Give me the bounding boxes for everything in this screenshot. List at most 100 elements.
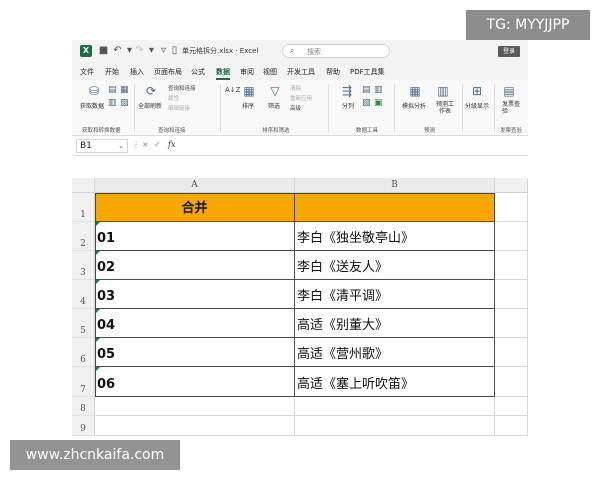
queries-connections-button[interactable]: 查询和连接 [168,84,196,92]
select-all-corner[interactable] [72,178,95,193]
table-row-cell-a[interactable]: 06 [95,367,295,397]
empty-cell[interactable] [495,222,528,251]
cell-text: 高适《别董大》 [297,318,389,333]
invoice-check-button[interactable]: 发票查验 [502,101,520,115]
empty-cell[interactable] [495,251,528,280]
save-icon[interactable]: ■ [98,45,109,56]
row-header-8[interactable]: 8 [72,397,95,416]
tab-formulas[interactable]: 公式 [191,67,205,77]
from-table-icon[interactable]: ▥ [108,96,117,110]
column-header-c[interactable] [495,178,528,193]
cell-text: 高适《塞上听吹笛》 [297,377,415,392]
ribbon: ⛁ 获取数据 ▤ ▦ ▥ ▧ 获取和转换数据 ⟳ 全部刷新 查询和连接 属性 编… [72,80,528,136]
edit-links-button[interactable]: 编辑链接 [168,104,190,112]
table-row-cell-b[interactable]: 高适《塞上听吹笛》 [295,367,495,397]
table-row-cell-a[interactable]: 01 [95,222,295,251]
table-row-cell-b[interactable]: 李白《清平调》 [295,280,495,309]
tab-file[interactable]: 文件 [80,67,94,77]
reapply-button[interactable]: 重新应用 [290,94,312,102]
tab-insert[interactable]: 插入 [130,67,144,77]
cell-b1[interactable] [295,193,495,222]
tab-page-layout[interactable]: 页面布局 [154,67,182,77]
tab-developer[interactable]: 开发工具 [287,67,315,77]
empty-cell[interactable] [495,338,528,367]
cancel-icon[interactable]: × [142,140,149,149]
row-header-5[interactable]: 5 [72,309,95,338]
properties-button[interactable]: 属性 [168,94,179,102]
sort-icon: ▦ [243,84,255,98]
what-if-analysis-button[interactable]: 模拟分析 [402,101,426,110]
tab-view[interactable]: 视图 [263,67,277,77]
table-row-cell-a[interactable]: 03 [95,280,295,309]
tab-help[interactable]: 帮助 [326,67,340,77]
get-data-button[interactable]: 获取数据 [80,101,104,110]
text-to-columns-button[interactable]: 分列 [342,101,354,110]
redo-icon[interactable]: ↷ [134,45,145,56]
row-header-4[interactable]: 4 [72,280,95,309]
sort-button[interactable]: 排序 [242,101,254,110]
row-header-2[interactable]: 2 [72,222,95,251]
outline-button[interactable]: 分级显示 [465,101,489,110]
tab-review[interactable]: 审阅 [240,67,254,77]
advanced-button[interactable]: 高级 [290,104,301,112]
name-box[interactable]: B1 ⌄ [76,139,128,153]
cell-text: 06 [97,377,116,392]
insert-function-icon[interactable]: fx [168,140,175,149]
table-row-cell-b[interactable]: 李白《独坐敬亭山》 [295,222,495,251]
row-header-6[interactable]: 6 [72,338,95,367]
tab-pdf-tools[interactable]: PDF工具集 [350,67,385,77]
refresh-all-button[interactable]: 全部刷新 [138,101,162,110]
empty-cell[interactable] [495,397,528,416]
empty-cell[interactable] [95,416,295,436]
row-header-1[interactable]: 1 [72,193,95,222]
empty-cell[interactable] [495,280,528,309]
table-row-cell-a[interactable]: 04 [95,309,295,338]
tab-home[interactable]: 开始 [105,67,119,77]
qa-dropdown-icon[interactable]: ▾ [146,45,157,56]
customize-qa-icon[interactable]: ▿ [158,45,169,56]
empty-cell[interactable] [295,416,495,436]
empty-cell[interactable] [495,309,528,338]
table-row-cell-b[interactable]: 高适《营州歌》 [295,338,495,367]
group-label-forecast: 预测 [424,128,436,134]
group-separator [394,84,395,132]
row-header-3[interactable]: 3 [72,251,95,280]
recent-sources-icon[interactable]: ▧ [120,96,129,110]
cell-c1[interactable] [495,193,528,222]
sort-ascending-button[interactable]: A↓Z [225,86,240,94]
empty-cell[interactable] [495,367,528,397]
group-separator [328,84,329,132]
database-icon: ⛁ [88,84,100,98]
cell-a1[interactable]: 合并 [95,193,295,222]
forecast-sheet-button[interactable]: 预测工作表 [434,101,456,115]
table-row-cell-b[interactable]: 李白《送友人》 [295,251,495,280]
login-button[interactable]: 登录 [498,46,520,57]
tab-data[interactable]: 数据 [216,67,230,80]
cell-a1-text: 合并 [181,201,208,216]
empty-cell[interactable] [295,397,495,416]
empty-cell[interactable] [95,397,295,416]
column-header-b[interactable]: B [295,178,495,193]
table-row-cell-a[interactable]: 02 [95,251,295,280]
row-header-7[interactable]: 7 [72,367,95,397]
table-row-cell-b[interactable]: 高适《别董大》 [295,309,495,338]
consolidate-icon[interactable]: ▣ [374,96,383,110]
enter-icon[interactable]: ✓ [154,140,161,149]
from-web-icon[interactable]: ▦ [120,83,129,97]
excel-window: X ■ ↶ ▾ ↷ ▾ ▿ ▯ 单元格拆分.xlsx · Excel ⌕ 搜索 … [72,40,528,438]
group-label-data-tools: 数据工具 [356,128,379,134]
remove-duplicates-icon[interactable]: ▥ [374,83,383,97]
from-text-icon[interactable]: ▤ [108,83,117,97]
row-header-9[interactable]: 9 [72,416,95,436]
table-row-cell-a[interactable]: 05 [95,338,295,367]
undo-icon[interactable]: ↶ [112,45,123,56]
data-validation-icon[interactable]: ▧ [362,96,371,110]
ribbon-tabs: 文件 开始 插入 页面布局 公式 数据 审阅 视图 开发工具 帮助 PDF工具集 [72,62,528,80]
column-header-a[interactable]: A [95,178,295,193]
search-box[interactable]: ⌕ 搜索 [282,44,390,58]
filter-button[interactable]: 筛选 [268,101,280,110]
clear-button[interactable]: 清除 [290,84,301,92]
flash-fill-icon[interactable]: ▤ [362,83,371,97]
empty-cell[interactable] [495,416,528,436]
chevron-down-icon[interactable]: ⌄ [118,142,124,150]
